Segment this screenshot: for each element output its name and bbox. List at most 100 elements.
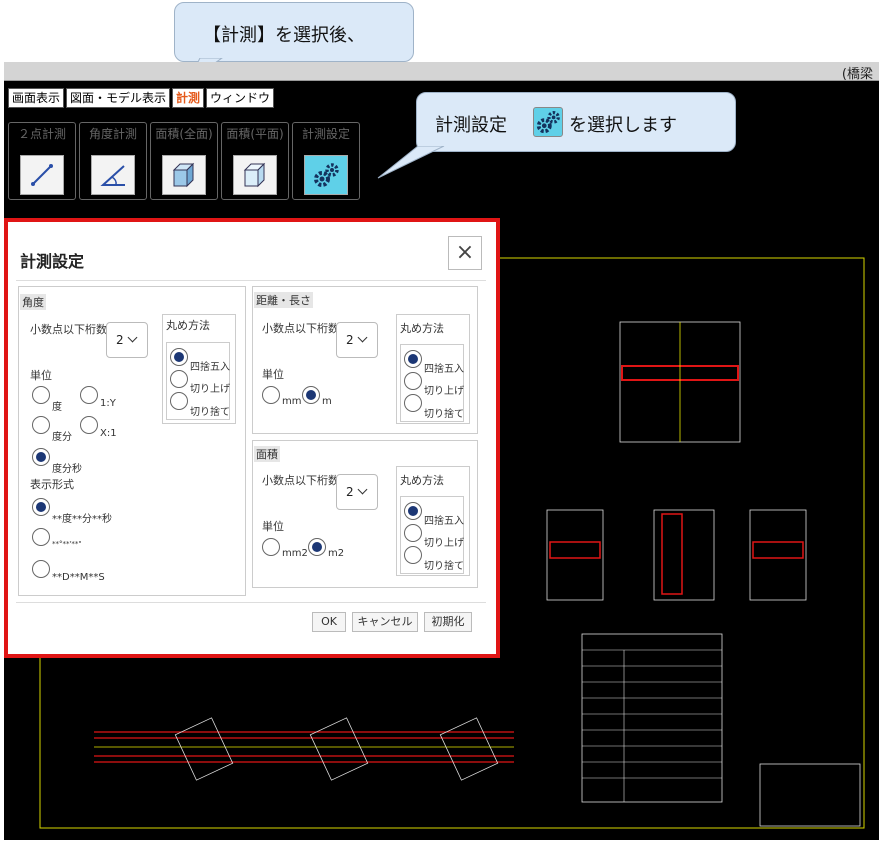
area-rounding-label: 丸め方法 bbox=[398, 472, 446, 488]
angle-format-radio-symbol[interactable] bbox=[32, 528, 50, 546]
radio-label: 四捨五入 bbox=[424, 364, 464, 375]
radio-label: 度分 bbox=[52, 432, 72, 443]
radio-label: 切り捨て bbox=[190, 407, 230, 418]
callout-right-text-after: を選択します bbox=[569, 115, 677, 136]
angle-format-radio-kanji[interactable] bbox=[32, 498, 50, 516]
radio-label: **度**分**秒 bbox=[52, 514, 112, 525]
distance-round-up-radio[interactable] bbox=[404, 372, 422, 390]
chevron-down-icon bbox=[127, 332, 138, 343]
chevron-down-icon bbox=[357, 484, 368, 495]
radio-label: 四捨五入 bbox=[424, 516, 464, 527]
callout-right-tail bbox=[377, 146, 445, 179]
angle-decimal-label: 小数点以下桁数 bbox=[30, 323, 107, 336]
tool-label: 角度計測 bbox=[88, 127, 137, 141]
angle-format-radio-dms[interactable] bbox=[32, 560, 50, 578]
angle-round-up-radio[interactable] bbox=[170, 370, 188, 388]
window-title: (橋梁 bbox=[841, 67, 873, 82]
distance-decimal-label: 小数点以下桁数 bbox=[262, 322, 339, 335]
tool-area-full[interactable]: 面積(全面) bbox=[150, 122, 218, 200]
distance-round-half-radio[interactable] bbox=[404, 350, 422, 368]
radio-label: mm2 bbox=[282, 548, 308, 559]
measure-settings-dialog: 計測設定 × 角度 小数点以下桁数 2 単位 度 1:Y 度分 X:1 度分秒 … bbox=[4, 218, 500, 658]
footer-divider bbox=[16, 602, 486, 603]
angle-round-half-radio[interactable] bbox=[170, 348, 188, 366]
angle-unit-radio-degmin[interactable] bbox=[32, 416, 50, 434]
distance-rounding-label: 丸め方法 bbox=[398, 320, 446, 336]
angle-unit-radio-deg[interactable] bbox=[32, 386, 50, 404]
tool-measure-settings[interactable]: 計測設定 bbox=[292, 122, 360, 200]
distance-round-down-radio[interactable] bbox=[404, 394, 422, 412]
radio-label: 切り上げ bbox=[424, 386, 464, 397]
gear-settings-icon[interactable] bbox=[304, 155, 348, 195]
angle-format-label: 表示形式 bbox=[30, 478, 74, 491]
distance-heading: 距離・長さ bbox=[254, 292, 313, 308]
angle-round-down-radio[interactable] bbox=[170, 392, 188, 410]
angle-unit-radio-x1[interactable] bbox=[80, 416, 98, 434]
menu-drawing-model-display[interactable]: 図面・モデル表示 bbox=[66, 88, 171, 108]
radio-label: 度 bbox=[52, 402, 62, 413]
chevron-down-icon bbox=[357, 332, 368, 343]
tool-label: 面積(平面) bbox=[226, 127, 284, 141]
area-unit-radio-mm2[interactable] bbox=[262, 538, 280, 556]
line-measure-icon[interactable] bbox=[20, 155, 64, 195]
window-titlebar: (橋梁 bbox=[4, 62, 879, 82]
select-value: 2 bbox=[116, 333, 124, 347]
radio-label: **°**'**" bbox=[52, 540, 82, 548]
radio-label: 切り捨て bbox=[424, 409, 464, 420]
distance-unit-radio-m[interactable] bbox=[302, 386, 320, 404]
gear-settings-icon bbox=[533, 107, 563, 137]
angle-measure-icon[interactable] bbox=[91, 155, 135, 195]
area-decimal-select[interactable]: 2 bbox=[336, 474, 378, 510]
menu-screen-display[interactable]: 画面表示 bbox=[8, 88, 65, 108]
tool-label: 面積(全面) bbox=[155, 127, 213, 141]
distance-unit-label: 単位 bbox=[262, 368, 284, 381]
radio-label: 度分秒 bbox=[52, 464, 82, 475]
radio-label: 切り上げ bbox=[190, 384, 230, 395]
angle-unit-label: 単位 bbox=[30, 369, 52, 382]
radio-label: 四捨五入 bbox=[190, 362, 230, 373]
cube-full-icon[interactable] bbox=[162, 155, 206, 195]
area-round-half-radio[interactable] bbox=[404, 502, 422, 520]
close-button[interactable]: × bbox=[448, 236, 482, 270]
area-heading: 面積 bbox=[254, 446, 280, 462]
callout-select-measure: 【計測】を選択後、 bbox=[174, 2, 414, 62]
radio-label: 切り捨て bbox=[424, 561, 464, 572]
area-unit-label: 単位 bbox=[262, 520, 284, 533]
angle-unit-radio-degminsec[interactable] bbox=[32, 448, 50, 466]
radio-label: 切り上げ bbox=[424, 538, 464, 549]
tool-angle[interactable]: 角度計測 bbox=[79, 122, 147, 200]
dialog-title: 計測設定 bbox=[20, 252, 85, 271]
measure-toolbar: ２点計測 角度計測 面積(全面) 面積(平面) 計測設定 bbox=[8, 122, 360, 200]
angle-decimal-select[interactable]: 2 bbox=[106, 322, 148, 358]
tool-area-plane[interactable]: 面積(平面) bbox=[221, 122, 289, 200]
cube-plane-icon[interactable] bbox=[233, 155, 277, 195]
area-decimal-label: 小数点以下桁数 bbox=[262, 474, 339, 487]
reset-button[interactable]: 初期化 bbox=[424, 612, 472, 632]
callout-top-text: 【計測】を選択後、 bbox=[203, 25, 365, 46]
menu-window[interactable]: ウィンドウ bbox=[206, 88, 275, 108]
area-round-up-radio[interactable] bbox=[404, 524, 422, 542]
area-unit-radio-m2[interactable] bbox=[308, 538, 326, 556]
radio-label: m2 bbox=[328, 548, 345, 559]
cancel-button[interactable]: キャンセル bbox=[352, 612, 418, 632]
angle-rounding-label: 丸め方法 bbox=[164, 317, 212, 333]
radio-label: **D**M**S bbox=[52, 572, 105, 583]
menu-bar: 画面表示 図面・モデル表示 計測 ウィンドウ bbox=[8, 88, 275, 108]
tool-label: ２点計測 bbox=[17, 127, 66, 141]
callout-right-text-before: 計測設定 bbox=[435, 115, 507, 136]
distance-unit-radio-mm[interactable] bbox=[262, 386, 280, 404]
distance-decimal-select[interactable]: 2 bbox=[336, 322, 378, 358]
radio-label: mm bbox=[282, 396, 302, 407]
area-round-down-radio[interactable] bbox=[404, 546, 422, 564]
select-value: 2 bbox=[346, 485, 354, 499]
menu-measure[interactable]: 計測 bbox=[172, 88, 205, 108]
radio-label: 1:Y bbox=[100, 398, 116, 409]
select-value: 2 bbox=[346, 333, 354, 347]
angle-unit-radio-1y[interactable] bbox=[80, 386, 98, 404]
ok-button[interactable]: OK bbox=[312, 612, 346, 632]
dialog-divider bbox=[16, 280, 486, 281]
radio-label: X:1 bbox=[100, 428, 117, 439]
tool-label: 計測設定 bbox=[301, 127, 350, 141]
tool-two-point[interactable]: ２点計測 bbox=[8, 122, 76, 200]
radio-label: m bbox=[322, 396, 332, 407]
